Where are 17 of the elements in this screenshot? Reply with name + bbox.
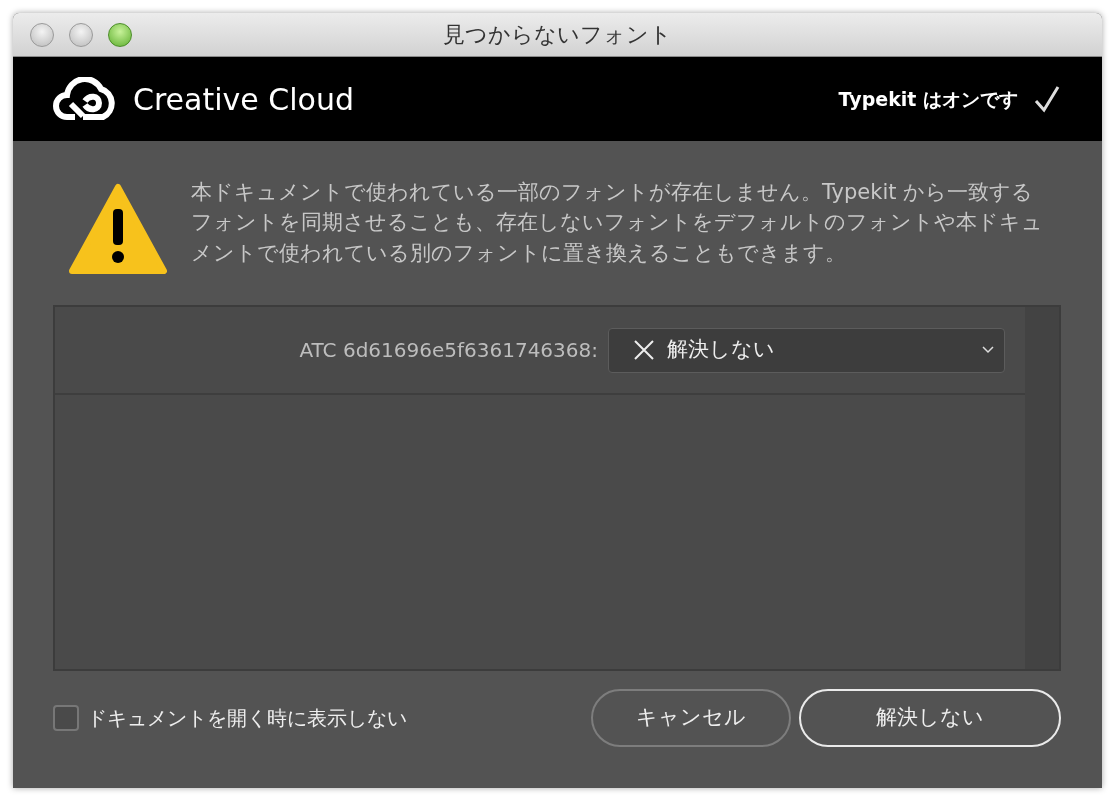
close-button[interactable]: [30, 22, 54, 47]
chevron-down-icon: [982, 346, 994, 354]
window-title: 見つからないフォント: [443, 21, 672, 49]
cloud-logo-icon: [53, 77, 117, 121]
checkbox[interactable]: [53, 705, 79, 731]
warning-message: 本ドキュメントで使われている一部のフォントが存在しません。Typekit から一致するフォントを同期させることも、存在しないフォントをデフォルトのフォントや本ドキュメントで使われている別のフォントに置き換えることもできます。: [191, 179, 1044, 267]
zoom-button[interactable]: [108, 22, 132, 47]
minimize-button[interactable]: [69, 22, 93, 47]
default-button[interactable]: 解決しない: [799, 689, 1061, 747]
replacement-dropdown[interactable]: 解決しない: [608, 327, 1005, 373]
secondary-button[interactable]: キャンセル: [591, 689, 791, 747]
warning-icon: [69, 183, 167, 275]
x-icon: [633, 339, 655, 361]
checkbox-label: ドキュメントを開く時に表示しない: [87, 705, 407, 732]
font-name: ATC 6d61696e5f6361746368:: [299, 337, 598, 364]
brand-name: Creative Cloud: [133, 80, 354, 119]
typekit-status: Typekit はオンです: [838, 86, 1018, 112]
